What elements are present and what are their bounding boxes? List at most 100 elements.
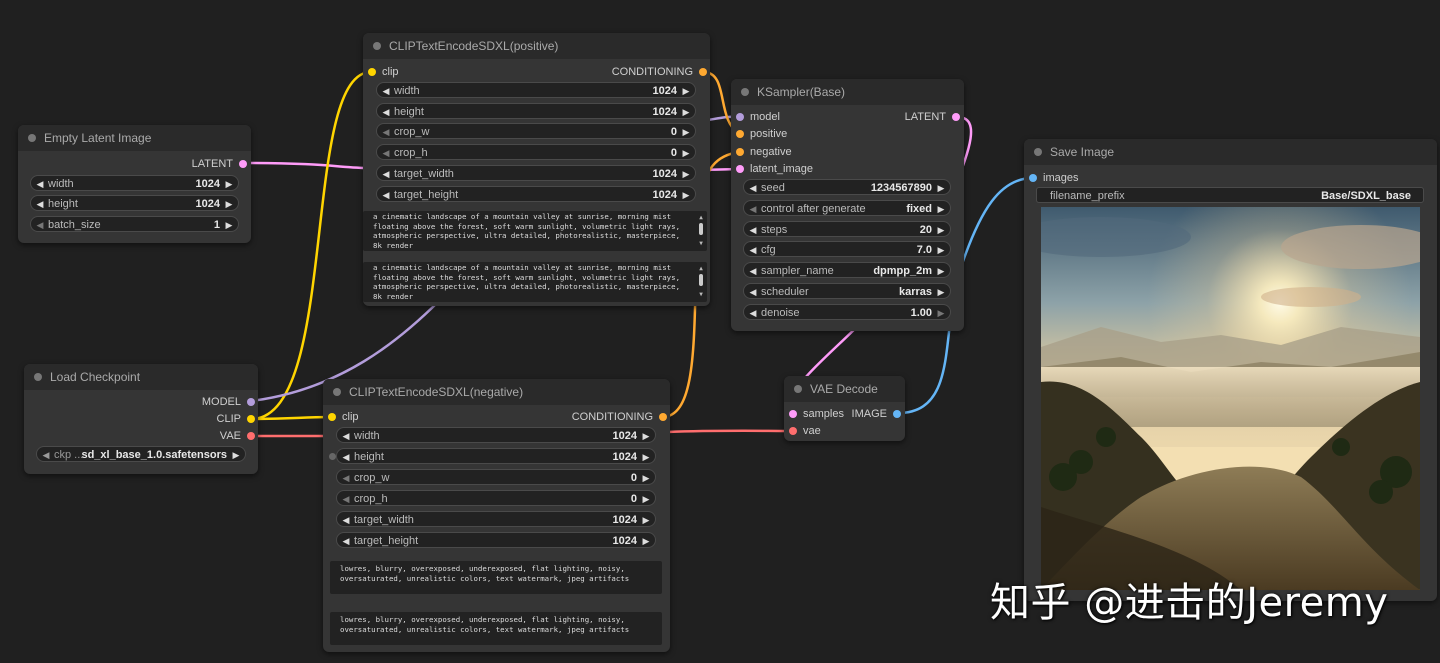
decrement-arrow-icon[interactable]: ◀: [380, 145, 392, 161]
widget-batch-size[interactable]: ◀ batch_size 1 ▶: [30, 216, 239, 232]
clip-pin-icon[interactable]: [368, 68, 376, 76]
next-arrow-icon[interactable]: ▶: [935, 263, 947, 279]
widget-cfg[interactable]: ◀ cfg 7.0 ▶: [743, 241, 951, 257]
decrement-arrow-icon[interactable]: ◀: [340, 449, 352, 465]
node-title-bar[interactable]: KSampler(Base): [731, 79, 964, 105]
next-arrow-icon[interactable]: ▶: [230, 447, 242, 463]
input-latent-image[interactable]: latent_image: [736, 162, 813, 176]
collapse-dot-icon[interactable]: [373, 42, 381, 50]
widget-sampler-name[interactable]: ◀ sampler_name dpmpp_2m ▶: [743, 262, 951, 278]
load-checkpoint-node[interactable]: Load Checkpoint MODEL CLIP VAE ◀ ckp ...…: [24, 364, 258, 474]
increment-arrow-icon[interactable]: ▶: [640, 428, 652, 444]
input-vae[interactable]: vae: [789, 424, 821, 438]
widget-input-pin-icon[interactable]: [329, 453, 336, 460]
image-pin-icon[interactable]: [893, 410, 901, 418]
latent-pin-icon[interactable]: [736, 165, 744, 173]
clip-pin-icon[interactable]: [247, 415, 255, 423]
collapse-dot-icon[interactable]: [794, 385, 802, 393]
decrement-arrow-icon[interactable]: ◀: [340, 470, 352, 486]
decrement-arrow-icon[interactable]: ◀: [34, 217, 46, 233]
conditioning-pin-icon[interactable]: [659, 413, 667, 421]
decrement-arrow-icon[interactable]: ◀: [340, 512, 352, 528]
latent-pin-icon[interactable]: [952, 113, 960, 121]
collapse-dot-icon[interactable]: [333, 388, 341, 396]
increment-arrow-icon[interactable]: ▶: [680, 124, 692, 140]
widget-crop-h[interactable]: ◀ crop_h 0 ▶: [336, 490, 656, 506]
model-pin-icon[interactable]: [247, 398, 255, 406]
output-conditioning[interactable]: CONDITIONING: [612, 65, 707, 79]
widget-seed[interactable]: ◀ seed 1234567890 ▶: [743, 179, 951, 195]
widget-scheduler[interactable]: ◀ scheduler karras ▶: [743, 283, 951, 299]
input-images[interactable]: images: [1029, 171, 1078, 185]
collapse-dot-icon[interactable]: [28, 134, 36, 142]
previous-arrow-icon[interactable]: ◀: [747, 263, 759, 279]
decrement-arrow-icon[interactable]: ◀: [380, 83, 392, 99]
collapse-dot-icon[interactable]: [741, 88, 749, 96]
scrollbar[interactable]: ▲ ▼: [698, 265, 704, 299]
node-title-bar[interactable]: Load Checkpoint: [24, 364, 258, 390]
decrement-arrow-icon[interactable]: ◀: [747, 305, 759, 321]
previous-arrow-icon[interactable]: ◀: [747, 284, 759, 300]
input-model[interactable]: model: [736, 110, 780, 124]
node-title-bar[interactable]: Empty Latent Image: [18, 125, 251, 151]
negative-pin-icon[interactable]: [736, 148, 744, 156]
latent-pin-icon[interactable]: [239, 160, 247, 168]
input-clip[interactable]: clip: [328, 410, 359, 424]
increment-arrow-icon[interactable]: ▶: [680, 83, 692, 99]
latent-pin-icon[interactable]: [789, 410, 797, 418]
next-arrow-icon[interactable]: ▶: [935, 284, 947, 300]
widget-steps[interactable]: ◀ steps 20 ▶: [743, 221, 951, 237]
clip-text-encode-positive-node[interactable]: CLIPTextEncodeSDXL(positive) clip CONDIT…: [363, 33, 710, 306]
conditioning-pin-icon[interactable]: [699, 68, 707, 76]
vae-decode-node[interactable]: VAE Decode samples vae IMAGE: [784, 376, 905, 441]
collapse-dot-icon[interactable]: [1034, 148, 1042, 156]
previous-arrow-icon[interactable]: ◀: [40, 447, 52, 463]
prompt-text-l[interactable]: a cinematic landscape of a mountain vall…: [363, 262, 707, 302]
increment-arrow-icon[interactable]: ▶: [935, 242, 947, 258]
decrement-arrow-icon[interactable]: ◀: [747, 180, 759, 196]
input-negative[interactable]: negative: [736, 145, 792, 159]
scroll-down-icon[interactable]: ▼: [698, 291, 704, 299]
input-samples[interactable]: samples: [789, 407, 844, 421]
widget-width[interactable]: ◀ width 1024 ▶: [376, 82, 696, 98]
widget-target-height[interactable]: ◀ target_height 1024 ▶: [376, 186, 696, 202]
previous-arrow-icon[interactable]: ◀: [747, 201, 759, 217]
model-pin-icon[interactable]: [736, 113, 744, 121]
prompt-text-g[interactable]: lowres, blurry, overexposed, underexpose…: [330, 561, 662, 594]
vae-pin-icon[interactable]: [789, 427, 797, 435]
increment-arrow-icon[interactable]: ▶: [680, 145, 692, 161]
scrollbar[interactable]: ▲ ▼: [698, 214, 704, 248]
widget-control-after-generate[interactable]: ◀ control after generate fixed ▶: [743, 200, 951, 216]
scroll-up-icon[interactable]: ▲: [699, 214, 703, 221]
decrement-arrow-icon[interactable]: ◀: [34, 176, 46, 192]
next-arrow-icon[interactable]: ▶: [935, 201, 947, 217]
increment-arrow-icon[interactable]: ▶: [935, 180, 947, 196]
scroll-thumb[interactable]: [699, 223, 703, 235]
image-pin-icon[interactable]: [1029, 174, 1037, 182]
widget-width[interactable]: ◀ width 1024 ▶: [30, 175, 239, 191]
prompt-text-l[interactable]: lowres, blurry, overexposed, underexpose…: [330, 612, 662, 645]
widget-crop-h[interactable]: ◀ crop_h 0 ▶: [376, 144, 696, 160]
vae-pin-icon[interactable]: [247, 432, 255, 440]
scroll-down-icon[interactable]: ▼: [698, 240, 704, 248]
output-latent[interactable]: LATENT: [905, 110, 960, 124]
increment-arrow-icon[interactable]: ▶: [640, 491, 652, 507]
collapse-dot-icon[interactable]: [34, 373, 42, 381]
increment-arrow-icon[interactable]: ▶: [680, 104, 692, 120]
output-latent[interactable]: LATENT: [192, 157, 247, 171]
clip-text-encode-negative-node[interactable]: CLIPTextEncodeSDXL(negative) clip CONDIT…: [323, 379, 670, 652]
decrement-arrow-icon[interactable]: ◀: [340, 491, 352, 507]
widget-width[interactable]: ◀ width 1024 ▶: [336, 427, 656, 443]
positive-pin-icon[interactable]: [736, 130, 744, 138]
node-title-bar[interactable]: Save Image: [1024, 139, 1437, 165]
increment-arrow-icon[interactable]: ▶: [935, 305, 947, 321]
decrement-arrow-icon[interactable]: ◀: [380, 187, 392, 203]
node-title-bar[interactable]: VAE Decode: [784, 376, 905, 402]
widget-target-height[interactable]: ◀ target_height 1024 ▶: [336, 532, 656, 548]
widget-height[interactable]: ◀ height 1024 ▶: [376, 103, 696, 119]
increment-arrow-icon[interactable]: ▶: [935, 222, 947, 238]
output-image[interactable]: IMAGE: [852, 407, 901, 421]
decrement-arrow-icon[interactable]: ◀: [340, 533, 352, 549]
increment-arrow-icon[interactable]: ▶: [223, 176, 235, 192]
decrement-arrow-icon[interactable]: ◀: [34, 196, 46, 212]
